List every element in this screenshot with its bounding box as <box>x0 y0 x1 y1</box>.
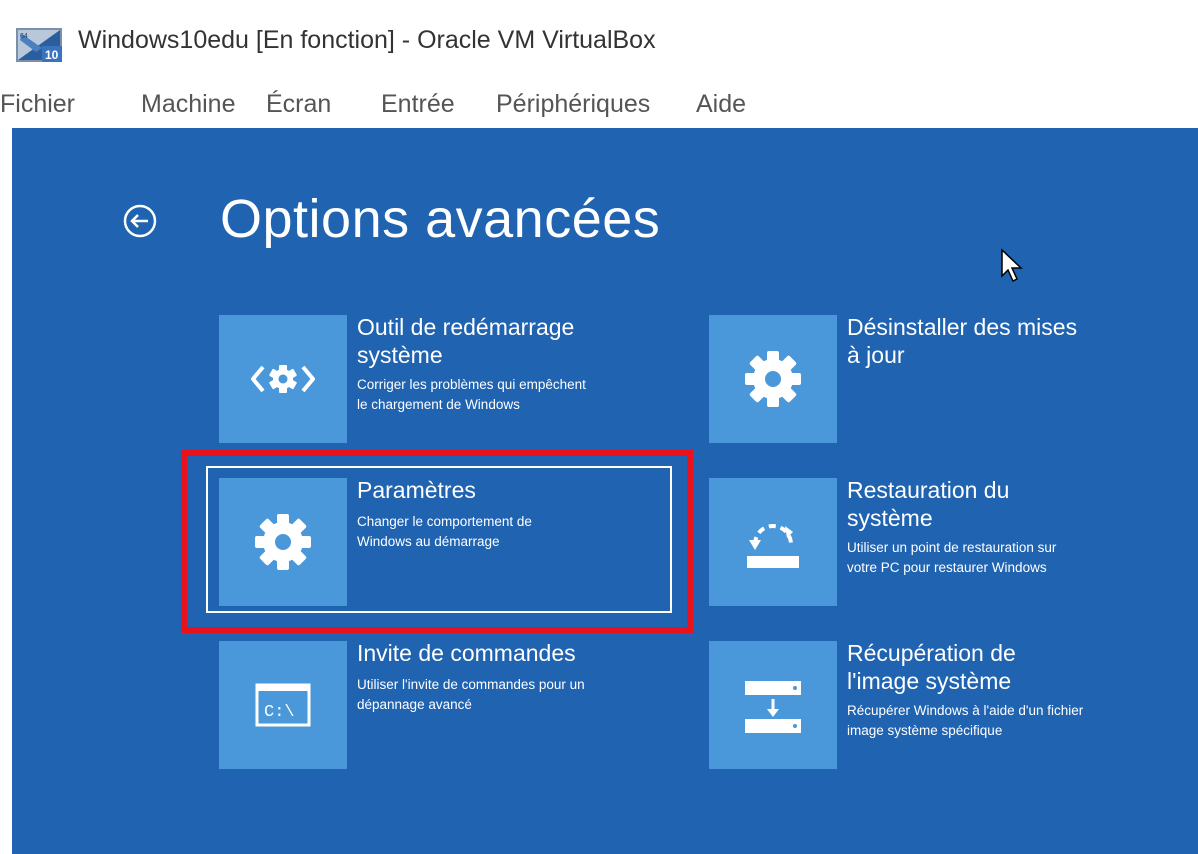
system-image-recovery-icon <box>745 681 801 733</box>
menu-ecran[interactable]: Écran <box>266 90 331 119</box>
svg-text:10: 10 <box>45 48 59 62</box>
tile-command-prompt[interactable]: C:\ Invite de commandes Utiliser l'invit… <box>219 640 659 769</box>
gear-icon <box>745 351 801 407</box>
tile-description: Utiliser un point de restauration sur vo… <box>847 540 1057 575</box>
tile-description: Corriger les problèmes qui empêchent le … <box>357 377 586 412</box>
menu-peripheriques[interactable]: Périphériques <box>496 90 650 119</box>
tile-title: Outil de redémarrage système <box>357 314 575 368</box>
command-prompt-icon: C:\ <box>255 683 311 727</box>
startup-repair-icon <box>251 365 315 393</box>
window-title: Windows10edu [En fonction] - Oracle VM V… <box>78 26 656 54</box>
system-restore-icon <box>747 524 799 568</box>
page-title: Options avancées <box>220 189 661 249</box>
menu-bar: Fichier Machine Écran Entrée Périphériqu… <box>0 80 1198 128</box>
tile-uninstall-updates[interactable]: Désinstaller des mises à jour <box>709 314 1149 443</box>
red-highlight-annotation <box>181 450 693 633</box>
tile-title: Restauration du système <box>847 477 1010 531</box>
tile-title: Désinstaller des mises à jour <box>847 314 1078 368</box>
window-titlebar: 10 64 Windows10edu [En fonction] - Oracl… <box>0 0 1198 80</box>
tile-startup-repair[interactable]: Outil de redémarrage système Corriger le… <box>219 314 659 443</box>
tile-system-image-recovery[interactable]: Récupération de l'image système Récupére… <box>709 640 1149 769</box>
back-arrow-circle-icon[interactable] <box>122 203 158 239</box>
menu-machine[interactable]: Machine <box>141 90 236 119</box>
menu-fichier[interactable]: Fichier <box>0 90 75 119</box>
mouse-cursor-icon <box>1001 248 1023 283</box>
svg-text:64: 64 <box>20 33 28 40</box>
tile-description: Récupérer Windows à l'aide d'un fichier … <box>847 703 1084 738</box>
menu-aide[interactable]: Aide <box>696 90 746 119</box>
tile-system-restore[interactable]: Restauration du système Utiliser un poin… <box>709 477 1149 606</box>
menu-entree[interactable]: Entrée <box>381 90 455 119</box>
tile-title: Récupération de l'image système <box>847 640 1016 694</box>
virtualbox-windows10-icon: 10 64 <box>16 28 62 62</box>
tile-description: Utiliser l'invite de commandes pour un d… <box>357 677 585 712</box>
svg-text:C:\: C:\ <box>264 703 295 722</box>
tile-title: Invite de commandes <box>357 640 576 666</box>
